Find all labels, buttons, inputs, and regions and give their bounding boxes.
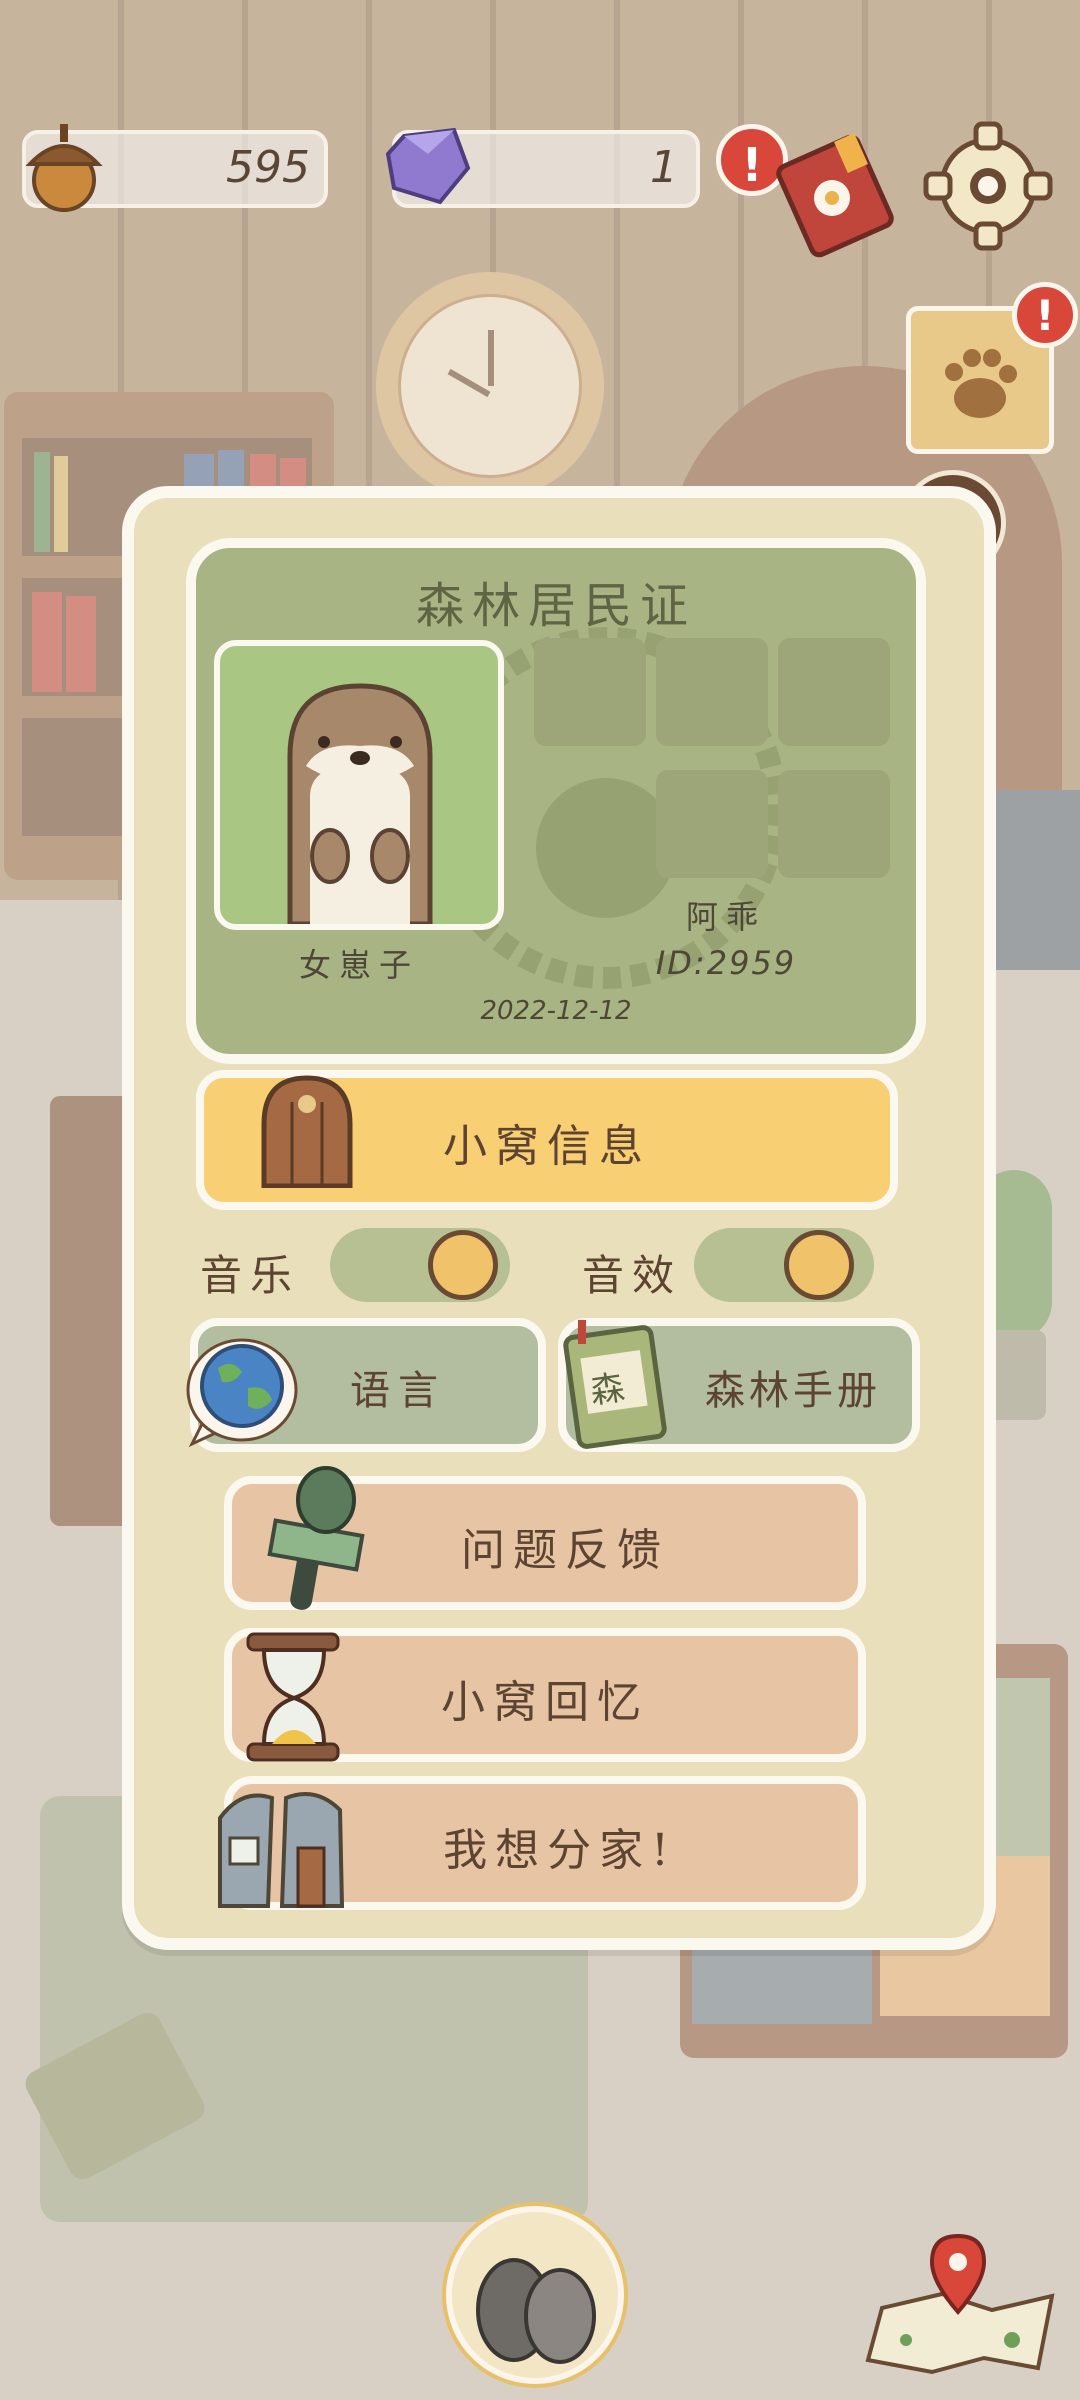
resident-gender: 女崽子 <box>298 946 419 984</box>
otter-avatar-icon <box>287 683 433 924</box>
map-icon[interactable] <box>862 2228 1062 2376</box>
language-button[interactable]: 语言 <box>186 1318 546 1452</box>
language-label: 语言 <box>350 1368 446 1414</box>
music-toggle[interactable] <box>330 1228 510 1302</box>
sound-effects-toggle-knob <box>784 1230 854 1300</box>
acorn-count: 595 <box>226 142 310 193</box>
move-out-label: 我想分家! <box>443 1825 677 1876</box>
home-memories-label: 小窝回忆 <box>441 1677 649 1728</box>
music-toggle-knob <box>428 1230 498 1300</box>
diary-book-icon[interactable] <box>772 128 902 258</box>
purple-gem-icon[interactable] <box>384 124 474 208</box>
resident-name: 阿乖 <box>685 898 766 936</box>
sound-effects-label: 音效 <box>582 1251 683 1300</box>
acorn-icon[interactable] <box>18 118 110 214</box>
issue-date: 2022-12-12 <box>480 996 632 1026</box>
feedback-label: 问题反馈 <box>461 1525 669 1576</box>
avatar[interactable] <box>214 640 504 930</box>
music-label: 音乐 <box>200 1251 301 1300</box>
home-info-label: 小窝信息 <box>443 1121 651 1172</box>
badge-slot <box>656 638 768 746</box>
settings-gear-icon[interactable] <box>922 118 1054 254</box>
forest-handbook-label: 森林手册 <box>705 1368 881 1414</box>
home-memories-button[interactable]: 小窝回忆 <box>224 1628 866 1762</box>
badge-slot <box>534 638 646 746</box>
badge-slot <box>778 638 890 746</box>
feedback-button[interactable]: 问题反馈 <box>224 1466 866 1610</box>
sound-effects-toggle[interactable] <box>694 1228 874 1302</box>
badge-slot <box>656 770 768 878</box>
alert-badge-2: ! <box>1012 282 1078 348</box>
gem-count: 1 <box>650 142 678 193</box>
home-info-button[interactable]: 小窝信息 <box>196 1070 898 1210</box>
handbook-stamp: 森 <box>587 1367 628 1413</box>
resident-id-panel: 森林居民证 女崽子 阿乖 ID:2959 2022-12-12 <box>186 538 926 1064</box>
forest-handbook-button[interactable]: 森 森林手册 <box>558 1318 920 1452</box>
badge-slot <box>778 770 890 878</box>
resident-id: ID:2959 <box>655 944 797 982</box>
move-out-button[interactable]: 我想分家! <box>218 1776 866 1910</box>
pebbles-icon <box>476 2258 596 2364</box>
id-card-title: 森林居民证 <box>415 578 696 634</box>
bean-companion-button[interactable] <box>446 2206 624 2384</box>
